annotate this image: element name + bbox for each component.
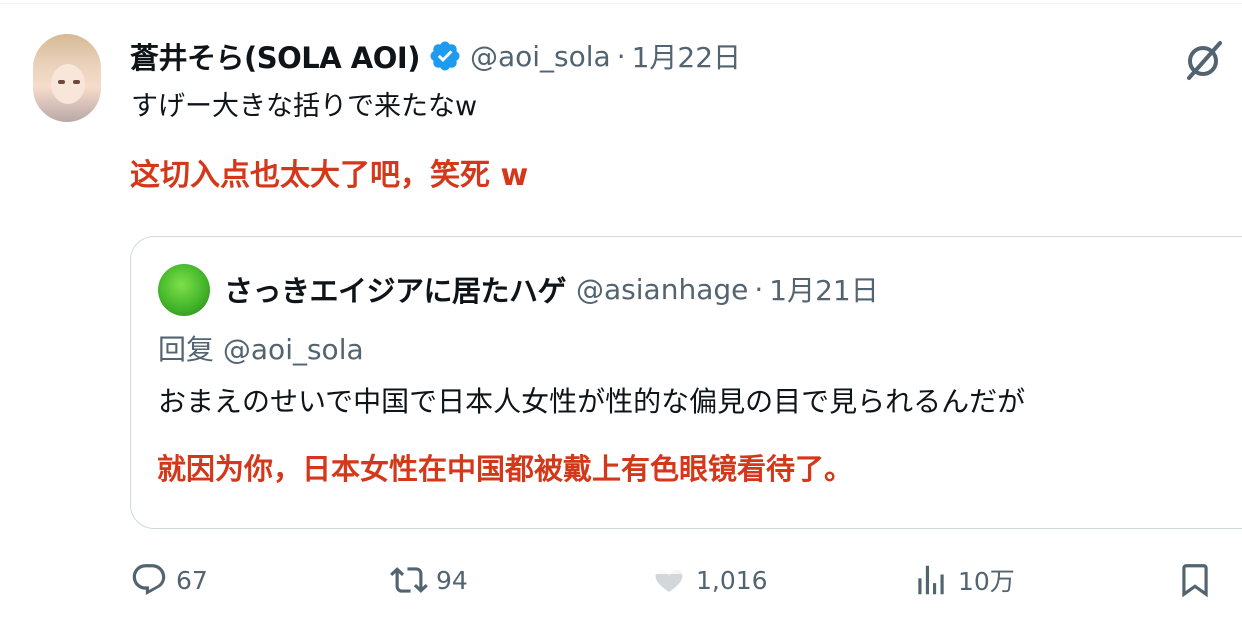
bookmark-icon <box>1182 564 1208 598</box>
repost-button[interactable]: 94 <box>390 556 468 604</box>
reply-count: 67 <box>176 565 208 595</box>
avatar-eye-right <box>73 80 80 84</box>
views-icon <box>918 565 944 595</box>
like-button[interactable]: 1,016 <box>650 556 768 604</box>
quoted-author-handle: @asianhage <box>576 272 749 306</box>
views-count: 10万 <box>958 567 1015 596</box>
tweet-text: すげー大きな括りで来たなw <box>131 91 478 122</box>
author-handle[interactable]: @aoi_sola <box>470 40 611 73</box>
quoted-reply-to-label: 回复 @aoi_sola <box>158 333 364 366</box>
views-button[interactable]: 10万 <box>912 556 1015 604</box>
tweet-header: 蒼井そら(SOLA AOI) @aoi_sola · 1月22日 <box>130 36 741 76</box>
quoted-tweet-header: さっきエイジアに居たハゲ @asianhage · 1月21日 <box>224 268 879 310</box>
reply-button[interactable]: 67 <box>130 556 208 604</box>
like-smudge <box>654 562 698 574</box>
like-count: 1,016 <box>696 565 768 595</box>
bookmark-button[interactable] <box>1176 556 1214 604</box>
quoted-author-avatar <box>158 264 210 316</box>
repost-count: 94 <box>436 565 468 595</box>
top-divider <box>0 3 1242 4</box>
quoted-tweet-translation: 就因为你，日本女性在中国都被戴上有色眼镜看待了。 <box>157 452 854 486</box>
tweet-translation: 这切入点也太大了吧，笑死 w <box>130 158 529 193</box>
grok-icon[interactable] <box>1180 38 1226 82</box>
verified-badge-icon[interactable] <box>428 39 462 73</box>
header-separator: · <box>616 39 626 73</box>
avatar-eye-left <box>58 80 65 84</box>
quoted-tweet-date: 1月21日 <box>769 274 879 307</box>
repost-icon <box>390 567 428 593</box>
avatar-face <box>51 64 85 104</box>
quoted-header-separator: · <box>754 272 764 306</box>
author-avatar[interactable] <box>33 34 101 122</box>
author-display-name[interactable]: 蒼井そら(SOLA AOI) <box>130 35 420 77</box>
quoted-author-display-name: さっきエイジアに居たハゲ <box>224 274 567 308</box>
tweet-date[interactable]: 1月22日 <box>632 36 741 76</box>
quoted-tweet-text: おまえのせいで中国で日本人女性が性的な偏見の目で見られるんだが <box>158 385 1026 418</box>
reply-icon <box>132 564 166 596</box>
